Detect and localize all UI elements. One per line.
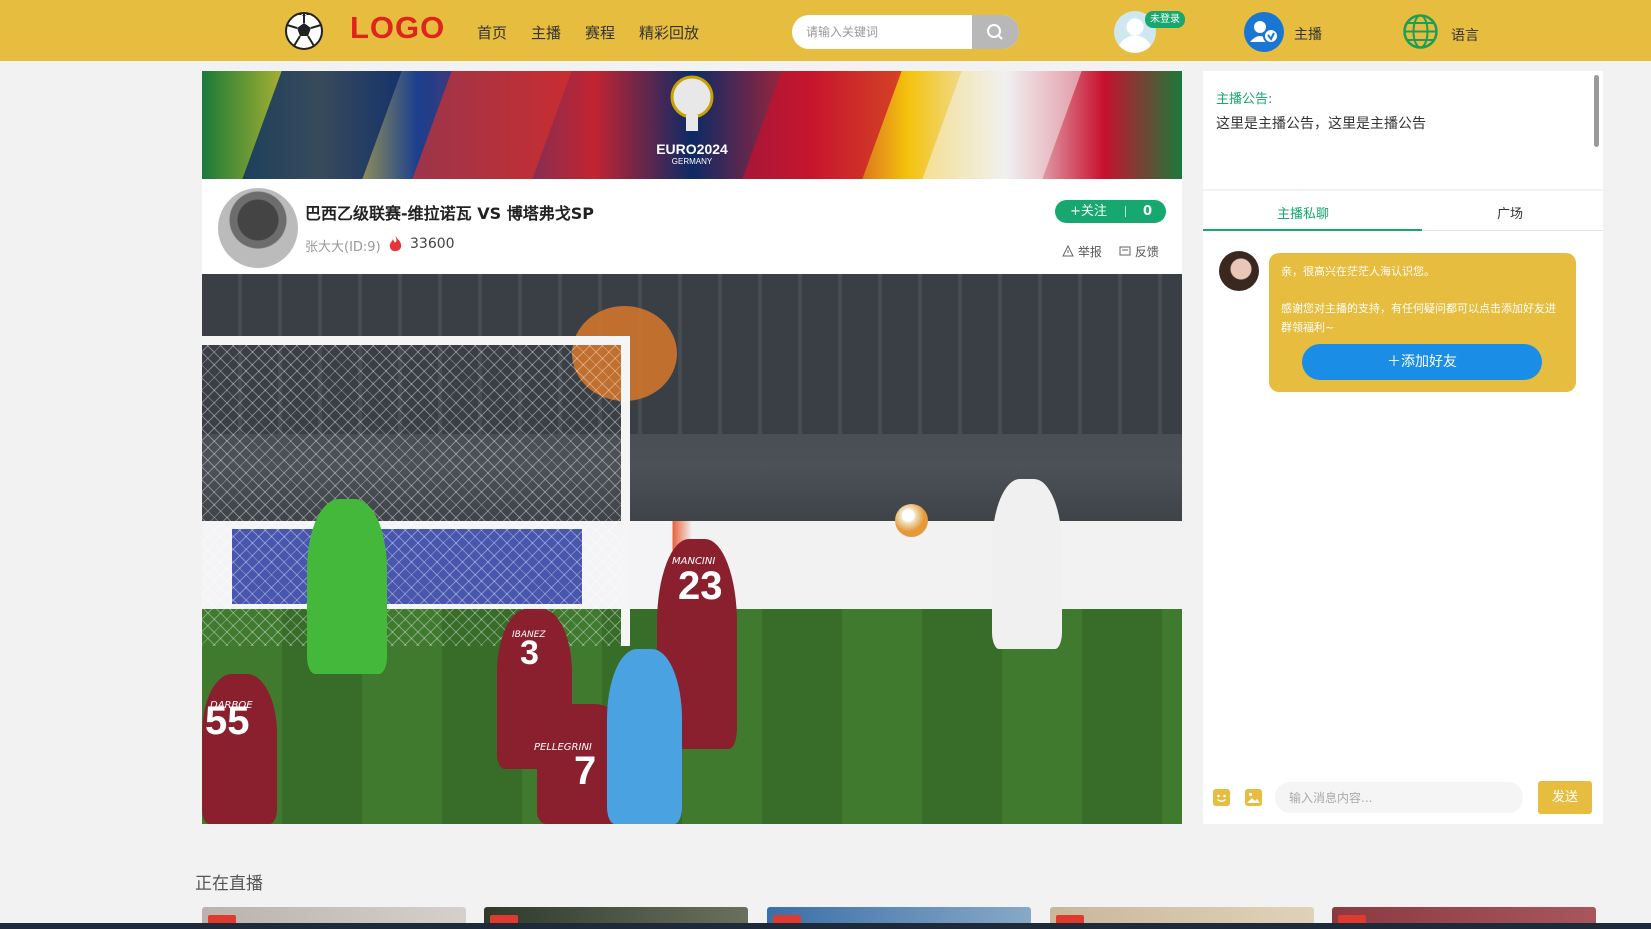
- anchor-label[interactable]: 主播: [1294, 24, 1322, 44]
- stream-info: 巴西乙级联赛-维拉诺瓦 VS 博塔弗戈SP 张大大(ID:9) 33600 +关…: [202, 179, 1182, 274]
- search-box: [792, 15, 1019, 49]
- jersey-name: DARBOE: [210, 700, 253, 711]
- emoji-icon[interactable]: [1213, 789, 1230, 806]
- notice-label: 主播公告:: [1216, 92, 1273, 107]
- jersey-name: MANCINI: [672, 556, 716, 567]
- nav-home[interactable]: 首页: [477, 22, 507, 43]
- login-status-badge[interactable]: 未登录: [1145, 11, 1185, 28]
- tab-private-chat[interactable]: 主播私聊: [1277, 203, 1329, 222]
- euro2024-banner: EURO2024 GERMANY: [202, 71, 1182, 179]
- euro-trophy-icon: [670, 75, 714, 131]
- search-icon: [987, 24, 1003, 40]
- feedback-icon: [1119, 246, 1131, 256]
- jersey-number: 7: [574, 749, 597, 793]
- tab-divider: [1422, 230, 1603, 231]
- streamer-name[interactable]: 张大大(ID:9): [305, 236, 381, 255]
- greeting-text: 亲，很高兴在茫茫人海认识您。: [1281, 265, 1435, 278]
- jersey-number: 23: [678, 564, 723, 608]
- popularity-count: 33600: [410, 236, 455, 252]
- active-tab-indicator: [1203, 229, 1422, 231]
- football-logo-icon[interactable]: [284, 11, 324, 51]
- top-header: LOGO 首页 主播 赛程 精彩回放 未登录 主播 语言: [0, 0, 1651, 61]
- chat-message-input[interactable]: [1275, 782, 1523, 813]
- jersey-name: PELLEGRINI: [534, 742, 592, 753]
- site-logo[interactable]: LOGO: [350, 10, 445, 46]
- support-text: 感谢您对主播的支持，有任何疑问都可以点击添加好友进群领福利~: [1281, 302, 1556, 334]
- video-player[interactable]: 23 3 7 55 MANCINI IBANEZ PELLEGRINI DARB…: [202, 274, 1182, 824]
- feedback-button[interactable]: 反馈: [1119, 243, 1159, 260]
- chat-panel: 主播私聊 广场 亲，很高兴在茫茫人海认识您。 感谢您对主播的支持，有任何疑问都可…: [1203, 191, 1603, 824]
- streamer-avatar[interactable]: [218, 188, 298, 268]
- send-button[interactable]: 发送: [1538, 781, 1592, 814]
- fire-icon: [389, 236, 402, 252]
- goal-net: [202, 336, 630, 646]
- match-ball: [895, 504, 928, 537]
- anchor-notice: 主播公告: 这里是主播公告，这里是主播公告: [1203, 71, 1603, 189]
- banner-title: EURO2024 GERMANY: [652, 141, 732, 166]
- image-icon[interactable]: [1245, 789, 1262, 806]
- banner-subtitle: GERMANY: [671, 157, 713, 166]
- notice-text: 这里是主播公告，这里是主播公告: [1216, 116, 1426, 132]
- warning-icon: [1062, 244, 1074, 257]
- anchor-icon[interactable]: [1244, 12, 1284, 52]
- language-label[interactable]: 语言: [1451, 25, 1479, 45]
- follow-divider: [1125, 206, 1126, 217]
- referee: [607, 649, 682, 824]
- nav-anchors[interactable]: 主播: [531, 22, 561, 43]
- feedback-label: 反馈: [1134, 245, 1159, 259]
- search-button[interactable]: [972, 15, 1019, 49]
- nav-highlights[interactable]: 精彩回放: [639, 22, 699, 43]
- welcome-message: 亲，很高兴在茫茫人海认识您。 感谢您对主播的支持，有任何疑问都可以点击添加好友进…: [1269, 253, 1576, 392]
- anchor-chat-avatar: [1219, 251, 1259, 291]
- follow-count: 0: [1143, 204, 1153, 219]
- globe-icon[interactable]: [1402, 13, 1439, 50]
- nav-schedule[interactable]: 赛程: [585, 22, 615, 43]
- banner-euro-text: EURO2024: [656, 141, 728, 157]
- report-button[interactable]: 举报: [1062, 243, 1102, 260]
- follow-label: +关注: [1070, 204, 1107, 219]
- player-attacker: [992, 479, 1062, 649]
- jersey-name: IBANEZ: [512, 630, 546, 640]
- tab-square[interactable]: 广场: [1497, 203, 1523, 222]
- search-input[interactable]: [792, 15, 972, 49]
- notice-scrollbar[interactable]: [1594, 75, 1599, 147]
- follow-button[interactable]: +关注 0: [1055, 200, 1166, 223]
- bottom-bar: [0, 923, 1651, 929]
- live-now-heading: 正在直播: [195, 874, 263, 894]
- goalkeeper: [307, 499, 387, 674]
- add-friend-button[interactable]: ＋添加好友: [1302, 344, 1542, 380]
- report-label: 举报: [1077, 245, 1102, 259]
- stream-title: 巴西乙级联赛-维拉诺瓦 VS 博塔弗戈SP: [305, 204, 594, 223]
- player-darboe: [202, 674, 277, 824]
